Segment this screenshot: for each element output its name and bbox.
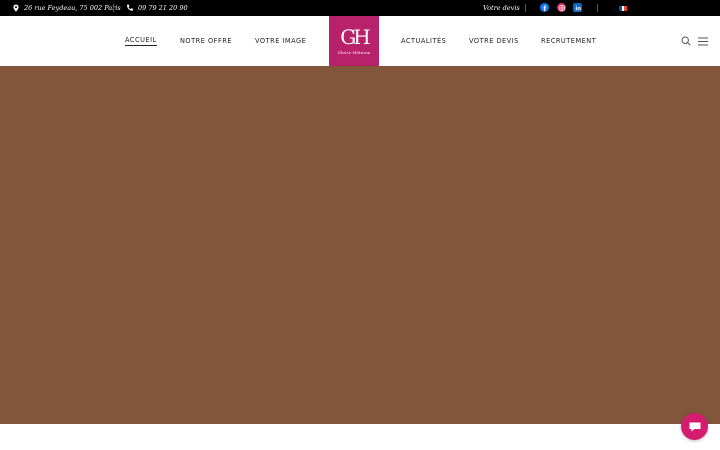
topbar-devis-link[interactable]: Votre devis bbox=[483, 0, 520, 16]
topbar-divider bbox=[597, 4, 598, 12]
search-icon[interactable] bbox=[681, 36, 691, 46]
logo-name: Gloire Hôtesse bbox=[337, 50, 371, 55]
nav-item-label: VOTRE IMAGE bbox=[255, 37, 307, 45]
phone-icon bbox=[126, 4, 134, 12]
hero-banner bbox=[0, 66, 720, 424]
nav-item-actualites[interactable]: ACTUALITÉS bbox=[401, 16, 446, 66]
site-logo[interactable]: GH Gloire Hôtesse bbox=[329, 16, 379, 66]
linkedin-icon[interactable] bbox=[573, 3, 582, 12]
nav-item-label: NOTRE OFFRE bbox=[180, 37, 233, 45]
nav-item-accueil[interactable]: ACCUEIL bbox=[125, 16, 157, 66]
facebook-icon[interactable] bbox=[540, 3, 549, 12]
nav-item-recrutement[interactable]: RECRUTEMENT bbox=[541, 16, 596, 66]
france-flag-icon[interactable] bbox=[619, 6, 628, 11]
nav-item-label: ACTUALITÉS bbox=[401, 37, 447, 45]
topbar-divider bbox=[525, 4, 526, 12]
nav-item-label: ACCUEIL bbox=[125, 36, 157, 46]
main-header: ACCUEIL NOTRE OFFRE VOTRE IMAGE GH Gloir… bbox=[0, 16, 720, 66]
top-bar: 26 rue Feydeau, 75 002 Paris 09 79 21 20… bbox=[0, 0, 720, 16]
nav-item-notre-offre[interactable]: NOTRE OFFRE bbox=[180, 16, 232, 66]
map-pin-icon bbox=[12, 4, 20, 12]
chat-button[interactable] bbox=[681, 413, 708, 440]
logo-monogram: GH bbox=[340, 25, 370, 49]
topbar-divider bbox=[113, 4, 114, 12]
phone-text: 09 79 21 20 90 bbox=[138, 4, 188, 12]
instagram-icon[interactable] bbox=[557, 3, 566, 12]
hamburger-menu-icon[interactable] bbox=[698, 37, 708, 46]
nav-item-label: VOTRE DEVIS bbox=[469, 37, 519, 45]
address-info: 26 rue Feydeau, 75 002 Paris bbox=[12, 0, 121, 16]
nav-item-label: RECRUTEMENT bbox=[541, 37, 597, 45]
phone-info[interactable]: 09 79 21 20 90 bbox=[126, 0, 188, 16]
nav-item-votre-devis[interactable]: VOTRE DEVIS bbox=[469, 16, 519, 66]
nav-item-votre-image[interactable]: VOTRE IMAGE bbox=[255, 16, 306, 66]
address-text: 26 rue Feydeau, 75 002 Paris bbox=[24, 4, 121, 12]
chat-bubble-icon bbox=[689, 422, 700, 431]
